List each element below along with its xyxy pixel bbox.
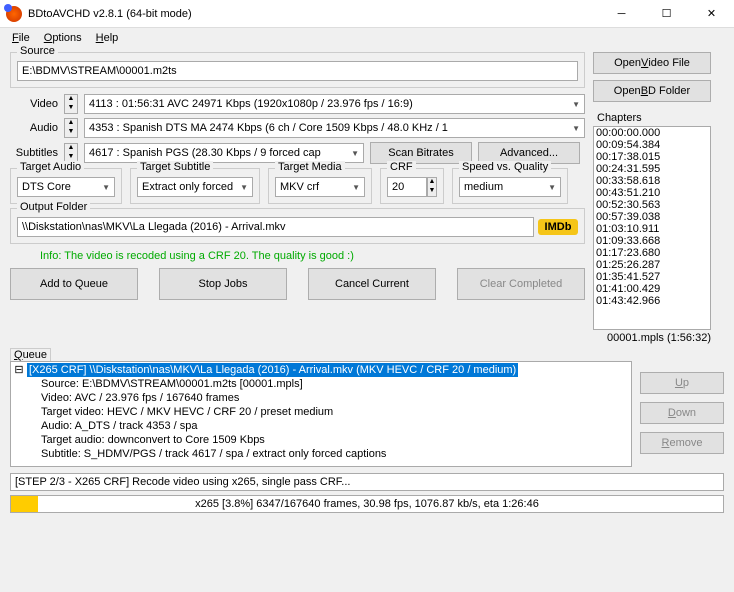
audio-spinner[interactable]: ▲▼ bbox=[64, 118, 78, 138]
chapter-item[interactable]: 01:35:41.527 bbox=[594, 271, 710, 283]
queue-detail-item: Audio: A_DTS / track 4353 / spa bbox=[11, 419, 631, 433]
target-subtitle-combo[interactable]: Extract only forced ▼ bbox=[137, 177, 253, 197]
chapter-item[interactable]: 00:52:30.563 bbox=[594, 199, 710, 211]
queue-down-button[interactable]: Down bbox=[640, 402, 724, 424]
target-subtitle-label: Target Subtitle bbox=[137, 161, 213, 173]
queue-detail-item: Video: AVC / 23.976 fps / 167640 frames bbox=[11, 391, 631, 405]
crf-input[interactable] bbox=[387, 177, 427, 197]
audio-label: Audio bbox=[10, 122, 58, 134]
add-to-queue-button[interactable]: Add to Queue bbox=[10, 268, 138, 300]
subtitles-combo[interactable]: 4617 : Spanish PGS (28.30 Kbps / 9 force… bbox=[84, 143, 364, 163]
target-audio-combo[interactable]: DTS Core▼ bbox=[17, 177, 115, 197]
minimize-button[interactable]: ─ bbox=[599, 0, 644, 28]
progress-bar: x265 [3.8%] 6347/167640 frames, 30.98 fp… bbox=[10, 495, 724, 513]
chevron-down-icon: ▼ bbox=[572, 124, 580, 133]
crf-spinner[interactable]: ▲▼ bbox=[427, 177, 437, 197]
queue-detail-item: Source: E:\BDMV\STREAM\00001.m2ts [00001… bbox=[11, 377, 631, 391]
clear-completed-button[interactable]: Clear Completed bbox=[457, 268, 585, 300]
imdb-button[interactable]: IMDb bbox=[538, 219, 578, 235]
stop-jobs-button[interactable]: Stop Jobs bbox=[159, 268, 287, 300]
output-path-input[interactable] bbox=[17, 217, 534, 237]
chevron-down-icon: ▼ bbox=[351, 149, 359, 158]
maximize-button[interactable]: ☐ bbox=[644, 0, 689, 28]
speed-label: Speed vs. Quality bbox=[459, 161, 551, 173]
close-button[interactable]: ✕ bbox=[689, 0, 734, 28]
chapters-label: Chapters bbox=[597, 112, 713, 124]
cancel-current-button[interactable]: Cancel Current bbox=[308, 268, 436, 300]
chapter-item[interactable]: 00:57:39.038 bbox=[594, 211, 710, 223]
output-label: Output Folder bbox=[17, 201, 90, 213]
target-media-combo[interactable]: MKV crf▼ bbox=[275, 177, 365, 197]
chapter-item[interactable]: 00:00:00.000 bbox=[594, 127, 710, 139]
queue-detail-item: Target video: HEVC / MKV HEVC / CRF 20 /… bbox=[11, 405, 631, 419]
scan-bitrates-button[interactable]: Scan Bitrates bbox=[370, 142, 472, 164]
chapters-footer: 00001.mpls (1:56:32) bbox=[593, 332, 711, 344]
queue-detail-item: Target audio: downconvert to Core 1509 K… bbox=[11, 433, 631, 447]
video-spinner[interactable]: ▲▼ bbox=[64, 94, 78, 114]
menu-file[interactable]: File bbox=[6, 30, 36, 46]
source-label: Source bbox=[17, 45, 58, 57]
queue-detail-item: Subtitle: S_HDMV/PGS / track 4617 / spa … bbox=[11, 447, 631, 461]
chapter-item[interactable]: 00:43:51.210 bbox=[594, 187, 710, 199]
queue-tree[interactable]: ⊟[X265 CRF] \\Diskstation\nas\MKV\La Lle… bbox=[10, 361, 632, 467]
menu-options[interactable]: Options bbox=[38, 30, 88, 46]
target-media-label: Target Media bbox=[275, 161, 345, 173]
video-combo[interactable]: 4113 : 01:56:31 AVC 24971 Kbps (1920x108… bbox=[84, 94, 585, 114]
queue-up-button[interactable]: Up bbox=[640, 372, 724, 394]
window-title: BDtoAVCHD v2.8.1 (64-bit mode) bbox=[28, 8, 599, 20]
tree-collapse-icon[interactable]: ⊟ bbox=[13, 363, 25, 376]
chapter-item[interactable]: 01:25:26.287 bbox=[594, 259, 710, 271]
source-path-input[interactable] bbox=[17, 61, 578, 81]
info-text: Info: The video is recoded using a CRF 2… bbox=[10, 244, 585, 268]
chapter-item[interactable]: 01:09:33.668 bbox=[594, 235, 710, 247]
menu-help[interactable]: Help bbox=[90, 30, 125, 46]
chapter-item[interactable]: 01:41:00.429 bbox=[594, 283, 710, 295]
speed-combo[interactable]: medium▼ bbox=[459, 177, 561, 197]
app-icon bbox=[6, 6, 22, 22]
audio-combo[interactable]: 4353 : Spanish DTS MA 2474 Kbps (6 ch / … bbox=[84, 118, 585, 138]
chapter-item[interactable]: 01:43:42.966 bbox=[594, 295, 710, 307]
open-bd-folder-button[interactable]: Open BD Folder bbox=[593, 80, 711, 102]
subtitles-spinner[interactable]: ▲▼ bbox=[64, 143, 78, 163]
queue-remove-button[interactable]: Remove bbox=[640, 432, 724, 454]
progress-text: x265 [3.8%] 6347/167640 frames, 30.98 fp… bbox=[11, 496, 723, 512]
chapter-item[interactable]: 00:17:38.015 bbox=[594, 151, 710, 163]
queue-label: Queue bbox=[10, 348, 51, 361]
chapter-item[interactable]: 00:09:54.384 bbox=[594, 139, 710, 151]
chapter-item[interactable]: 00:24:31.595 bbox=[594, 163, 710, 175]
step-text: [STEP 2/3 - X265 CRF] Recode video using… bbox=[10, 473, 724, 491]
chapters-list[interactable]: 00:00:00.00000:09:54.38400:17:38.01500:2… bbox=[593, 126, 711, 330]
chevron-down-icon: ▼ bbox=[572, 100, 580, 109]
crf-label: CRF bbox=[387, 161, 416, 173]
subtitles-label: Subtitles bbox=[10, 147, 58, 159]
video-label: Video bbox=[10, 98, 58, 110]
chapter-item[interactable]: 01:17:23.680 bbox=[594, 247, 710, 259]
chapter-item[interactable]: 00:33:58.618 bbox=[594, 175, 710, 187]
open-video-file-button[interactable]: Open Video File bbox=[593, 52, 711, 74]
chapter-item[interactable]: 01:03:10.911 bbox=[594, 223, 710, 235]
target-audio-label: Target Audio bbox=[17, 161, 84, 173]
